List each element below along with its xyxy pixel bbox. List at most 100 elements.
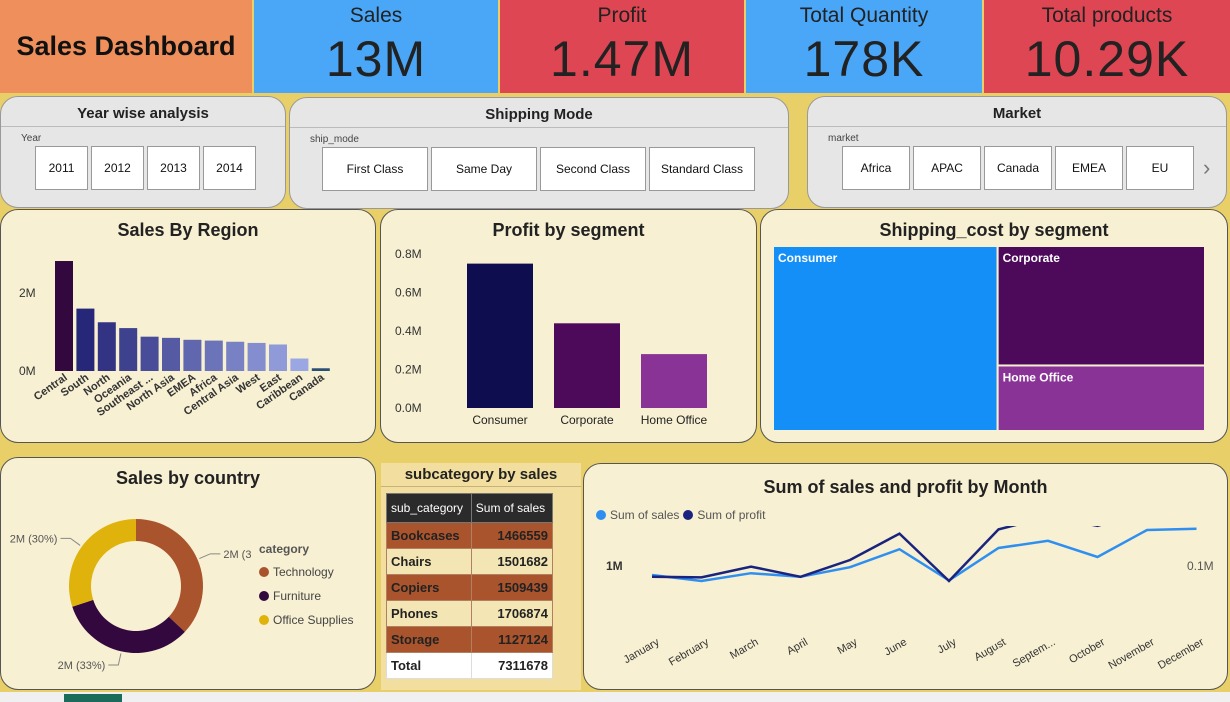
year-option-2014[interactable]: 2014 [203,146,256,190]
market-option-africa[interactable]: Africa [842,146,910,190]
year-option-2012[interactable]: 2012 [91,146,144,190]
table-row[interactable]: Chairs 1501682 [386,548,554,575]
bar [162,337,180,371]
kpi-value: 1.47M [550,31,694,87]
slicer-title: Market [808,97,1226,127]
legend-item-office-supplies[interactable]: Office Supplies [259,608,354,632]
donut-slice [136,519,203,632]
chart-title: Sales By Region [117,220,259,240]
leader-line [60,537,81,546]
cell-sales: 1466559 [470,522,554,549]
kpi-label: Sales [349,4,403,27]
bar [140,336,159,371]
dashboard-title: Sales Dashboard [16,31,236,61]
cell-sales: 1127124 [470,626,554,653]
bar [641,354,707,408]
cell-sales: 1706874 [470,600,554,627]
line-legend: Sum of sales Sum of profit [596,508,765,522]
legend-label: Sum of profit [697,508,766,522]
cell-sales: 1501682 [470,548,554,575]
year-option-2011[interactable]: 2011 [35,146,88,190]
x-tick-label: October [1067,636,1107,666]
chart-title: Shipping_cost by segment [879,220,1109,240]
y-tick-label: 0.4M [395,324,422,338]
slicer-field-label: Year [21,133,42,144]
ship-option-same-day[interactable]: Same Day [431,147,537,191]
kpi-card-sales[interactable]: Sales 13M [254,0,498,93]
ship-option-first-class[interactable]: First Class [322,147,428,191]
cell-sub-category: Copiers [386,574,472,601]
kpi-card-total-quantity[interactable]: Total Quantity 178K [746,0,982,93]
sales-by-country-donut: 2M (37%) 2M (33%) 2M (30%) [10,519,251,672]
subcategory-table-panel: subcategory by sales sub_category Sum of… [381,463,581,690]
bar [76,308,95,371]
legend-item-technology[interactable]: Technology [259,560,354,584]
market-option-apac[interactable]: APAC [913,146,981,190]
cell-sub-category: Phones [386,600,472,627]
cell-sub-category: Storage [386,626,472,653]
table-row[interactable]: Bookcases 1466559 [386,522,554,549]
market-option-eu[interactable]: EU [1126,146,1194,190]
table-row[interactable]: Copiers 1509439 [386,574,554,601]
cell-sales: 1509439 [470,574,554,601]
kpi-label: Profit [597,4,647,27]
cell-total-value: 7311678 [470,652,554,679]
kpi-card-total-products[interactable]: Total products 10.29K [984,0,1230,93]
monthly-sales-profit-panel: Sum of sales and profit by Month Sum of … [583,463,1228,690]
donut-slice [68,519,136,607]
slicer-field-label: ship_mode [310,134,359,145]
monthly-line-chart: 2M1M0.2M0.1MJanuaryFebruaryMarchAprilMay… [606,526,1214,672]
chevron-right-icon[interactable]: › [1203,146,1210,190]
market-option-emea[interactable]: EMEA [1055,146,1123,190]
x-tick-label: April [785,636,810,657]
y-tick-label-left: 1M [606,559,623,573]
data-label: 2M (30%) [10,533,58,545]
y-tick-label: 0.8M [395,247,422,261]
table-row[interactable]: Storage 1127124 [386,626,554,653]
x-tick-label: June [882,636,909,658]
x-tick-label: March [728,636,760,662]
series-line [651,527,1197,583]
x-tick-label: Home Office [641,413,708,427]
market-option-canada[interactable]: Canada [984,146,1052,190]
shipping-cost-panel: Shipping_cost by segment Consumer Corpora… [760,209,1228,443]
year-option-2013[interactable]: 2013 [147,146,200,190]
x-tick-label: Septem... [1011,636,1058,670]
column-header-sum-of-sales[interactable]: Sum of sales [470,493,554,523]
bar [183,339,202,371]
bar [290,358,309,371]
chart-title: Sales by country [115,468,261,488]
x-tick-label: May [836,636,860,657]
slicer-field-label: market [828,133,859,144]
slicer-title: Shipping Mode [290,98,788,128]
x-tick-label: February [667,636,712,669]
x-tick-label: Corporate [560,413,614,427]
legend-item-sales[interactable]: Sum of sales [596,508,679,522]
ship-option-standard-class[interactable]: Standard Class [649,147,755,191]
bar [467,263,533,408]
x-tick-label: Consumer [472,413,527,427]
column-header-sub-category[interactable]: sub_category [386,493,472,523]
table-row[interactable]: Phones 1706874 [386,600,554,627]
cell-total-label: Total [386,652,472,679]
profit-by-segment-panel: Profit by segment 0.0M 0.2M 0.4M 0.6M 0.8M Co… [380,209,757,443]
x-tick-label: August [972,636,1008,664]
bar [554,323,620,408]
bar [269,344,287,371]
table-title: subcategory by sales [381,463,581,487]
bar [55,261,73,371]
chart-title: Profit by segment [492,220,645,240]
treemap-label: Corporate [1003,251,1061,265]
x-tick-label: July [936,636,959,656]
subcategory-table: sub_category Sum of sales Bookcases 1466… [386,493,554,679]
active-page-tab[interactable] [64,694,122,702]
x-tick-label: December [1156,636,1206,672]
treemap-label: Consumer [778,251,838,265]
slicer-title: Year wise analysis [1,97,285,127]
kpi-card-profit[interactable]: Profit 1.47M [500,0,744,93]
y-tick-label: 0.6M [395,286,422,300]
legend-item-profit[interactable]: Sum of profit [683,508,765,522]
series-line [651,526,1102,583]
ship-option-second-class[interactable]: Second Class [540,147,646,191]
legend-item-furniture[interactable]: Furniture [259,584,354,608]
